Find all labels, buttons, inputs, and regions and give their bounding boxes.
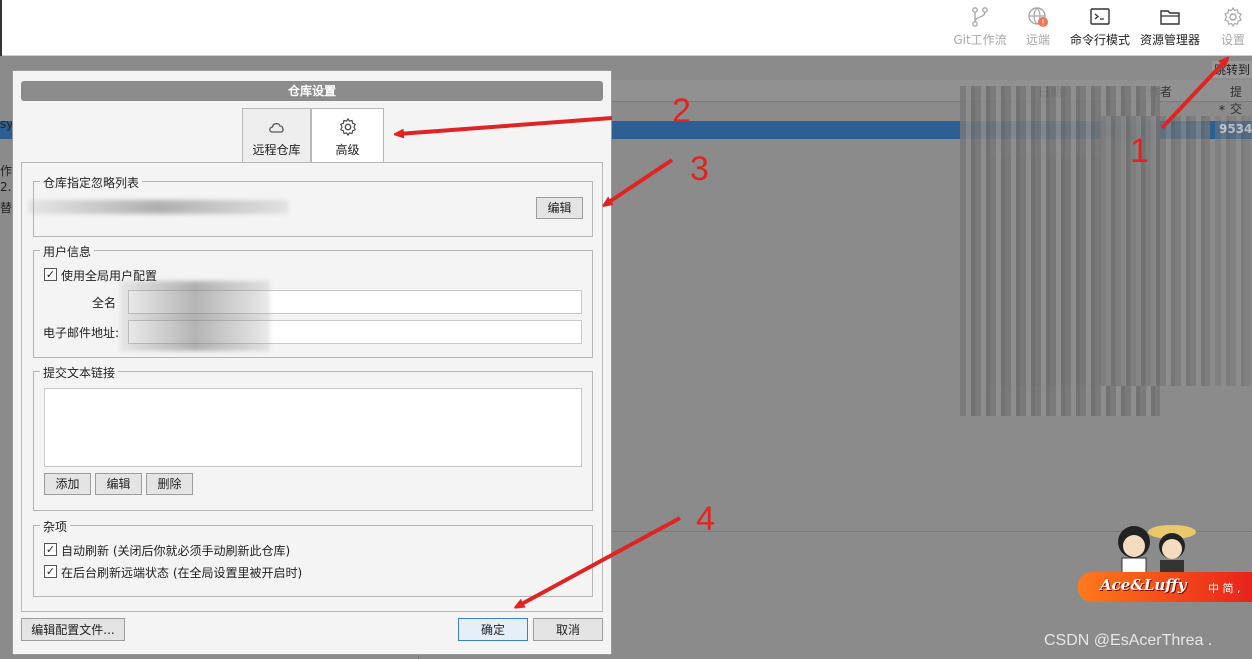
terminal-icon <box>1090 8 1110 25</box>
edit-config-file-button[interactable]: 编辑配置文件... <box>21 618 125 641</box>
email-label: 电子邮件地址: <box>43 326 120 340</box>
full-name-label: 全名 <box>92 296 117 310</box>
working-copy-marker: * <box>1219 103 1225 117</box>
misc-group: 杂项 ✓ 自动刷新 (关闭后你就必须手动刷新此仓库) ✓ 在后台刷新远端状态 (… <box>33 518 593 597</box>
advanced-settings-panel: 仓库指定忽略列表 编辑 用户信息 ✓ 使用全局用户配置 全名 电子邮件地址: 提… <box>21 162 603 612</box>
tab-label: 高级 <box>335 143 360 157</box>
gear-icon <box>339 117 356 137</box>
redacted-ignore-entries <box>28 200 288 214</box>
group-title: 仓库指定忽略列表 <box>40 174 143 191</box>
annotation-number-3: 3 <box>690 150 709 188</box>
cloud-icon <box>268 123 284 133</box>
settings-label: 设置 <box>1220 33 1245 47</box>
pixelated-commit-data <box>1215 116 1252 386</box>
commit-links-list[interactable] <box>44 388 582 467</box>
group-title: 提交文本链接 <box>40 364 119 381</box>
annotation-number-2: 2 <box>672 92 691 130</box>
terminal-button[interactable]: 命令行模式 <box>1066 4 1134 50</box>
repository-settings-dialog: 仓库设置 远程仓库 高级 仓库指定忽略列表 编辑 用户信息 ✓ 使用全局用户配置… <box>12 70 612 655</box>
cancel-button[interactable]: 取消 <box>533 618 603 641</box>
annotation-number-1: 1 <box>1130 132 1149 170</box>
auto-refresh-checkbox[interactable]: ✓ <box>44 543 57 556</box>
group-title: 杂项 <box>40 518 71 535</box>
column-commit[interactable]: 提交 <box>1230 83 1252 117</box>
group-title: 用户信息 <box>40 243 95 260</box>
edit-link-button[interactable]: 编辑 <box>95 473 142 495</box>
badge-suffix: 中 简 , <box>1208 582 1241 595</box>
pixelated-commit-data <box>990 156 1100 386</box>
window-edge <box>0 0 2 56</box>
dialog-title[interactable]: 仓库设置 <box>21 81 603 101</box>
ace-luffy-badge: Ace&Luffy 中 简 , <box>1078 572 1252 602</box>
auto-refresh-label: 自动刷新 (关闭后你就必须手动刷新此仓库) <box>61 544 291 558</box>
add-link-button[interactable]: 添加 <box>44 473 91 495</box>
left-text-fragment: 2. <box>0 180 12 194</box>
jump-to-label[interactable]: 跳转到 <box>1211 61 1252 78</box>
redacted-user-info <box>120 281 270 351</box>
ok-button[interactable]: 确定 <box>458 618 528 641</box>
badge-text: Ace&Luffy <box>1100 576 1187 594</box>
remote-globe-icon: ! <box>1028 7 1048 28</box>
folder-icon <box>1160 10 1180 25</box>
ace-luffy-sticker-icon <box>1118 525 1196 577</box>
background-refresh-label: 在后台刷新远端状态 (在全局设置里被开启时) <box>61 566 303 580</box>
main-toolbar: Git工作流 ! 远端 命令行模式 资源管理器 设置 <box>0 0 1252 56</box>
gear-icon <box>1224 6 1242 28</box>
background-refresh-checkbox[interactable]: ✓ <box>44 565 57 578</box>
svg-text:!: ! <box>1041 19 1044 28</box>
annotation-number-4: 4 <box>696 500 715 538</box>
use-global-config-checkbox[interactable]: ✓ <box>44 268 57 281</box>
ignore-list-group: 仓库指定忽略列表 编辑 <box>28 174 593 237</box>
remote-label: 远端 <box>1025 33 1050 47</box>
tab-remote-repository[interactable]: 远程仓库 <box>242 108 311 162</box>
git-flow-label: Git工作流 <box>953 33 1007 47</box>
commit-text-links-group: 提交文本链接 添加 编辑 删除 <box>33 364 593 511</box>
left-text-fragment: 作 <box>0 164 13 178</box>
edit-ignore-list-button[interactable]: 编辑 <box>536 197 583 219</box>
settings-button[interactable]: 设置 <box>1214 4 1252 50</box>
user-info-group: 用户信息 ✓ 使用全局用户配置 全名 电子邮件地址: <box>33 243 593 358</box>
explorer-label: 资源管理器 <box>1139 33 1200 47</box>
remote-button[interactable]: ! 远端 <box>1018 4 1058 50</box>
tab-advanced[interactable]: 高级 <box>311 108 384 163</box>
csdn-watermark: CSDN @EsAcerThrea . <box>1044 632 1213 649</box>
delete-link-button[interactable]: 删除 <box>146 473 193 495</box>
git-flow-button[interactable]: Git工作流 <box>950 4 1010 50</box>
pixelated-commit-data <box>1100 116 1210 386</box>
explorer-button[interactable]: 资源管理器 <box>1138 4 1202 50</box>
tab-label: 远程仓库 <box>252 143 301 157</box>
git-flow-icon <box>972 7 988 27</box>
terminal-label: 命令行模式 <box>1069 33 1130 47</box>
